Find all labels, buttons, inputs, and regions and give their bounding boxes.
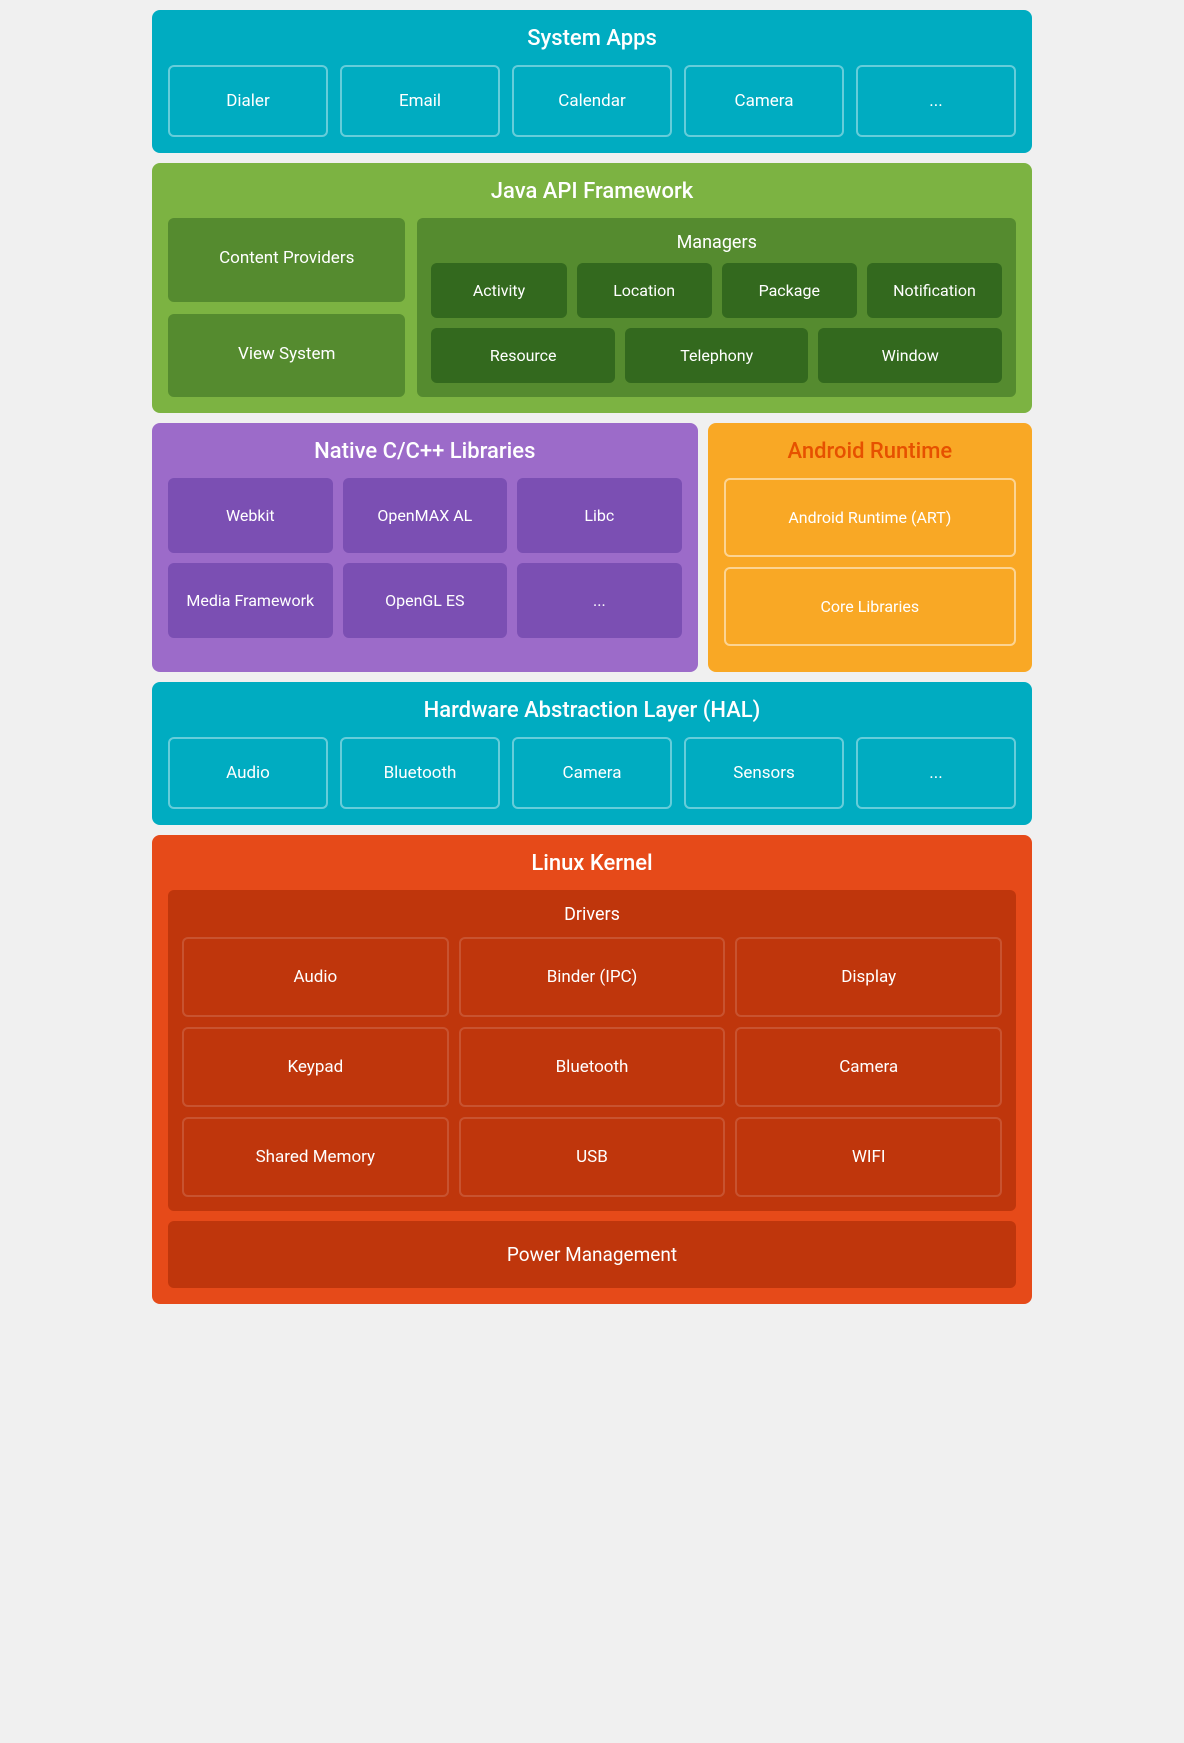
- driver-binder: Binder (IPC): [459, 937, 726, 1017]
- hal-layer: Hardware Abstraction Layer (HAL) Audio B…: [152, 682, 1032, 825]
- driver-camera: Camera: [735, 1027, 1002, 1107]
- managers-row-2: Resource Telephony Window: [431, 328, 1002, 383]
- native-libs-layer: Native C/C++ Libraries Webkit OpenMAX AL…: [152, 423, 698, 672]
- native-libc: Libc: [517, 478, 682, 553]
- managers-col: Managers Activity Location Package Notif…: [417, 218, 1016, 397]
- linux-kernel-layer: Linux Kernel Drivers Audio Binder (IPC) …: [152, 835, 1032, 1304]
- drivers-box: Drivers Audio Binder (IPC) Display Keypa…: [168, 890, 1016, 1211]
- manager-window: Window: [818, 328, 1002, 383]
- managers-grid: Activity Location Package Notification R…: [431, 263, 1002, 383]
- native-row-1: Webkit OpenMAX AL Libc: [168, 478, 682, 553]
- driver-shared-memory: Shared Memory: [182, 1117, 449, 1197]
- driver-audio: Audio: [182, 937, 449, 1017]
- driver-usb: USB: [459, 1117, 726, 1197]
- managers-row-1: Activity Location Package Notification: [431, 263, 1002, 318]
- native-libs-title: Native C/C++ Libraries: [168, 439, 682, 464]
- content-providers-cell: Content Providers: [168, 218, 405, 302]
- android-runtime-layer: Android Runtime Android Runtime (ART) Co…: [708, 423, 1032, 672]
- art-cell: Android Runtime (ART): [724, 478, 1016, 557]
- system-apps-title: System Apps: [168, 26, 1016, 51]
- drivers-title: Drivers: [182, 904, 1002, 925]
- hal-sensors: Sensors: [684, 737, 844, 809]
- manager-package: Package: [722, 263, 857, 318]
- hal-row: Audio Bluetooth Camera Sensors ...: [168, 737, 1016, 809]
- java-api-layer: Java API Framework Content Providers Vie…: [152, 163, 1032, 413]
- linux-kernel-title: Linux Kernel: [168, 851, 1016, 876]
- native-grid: Webkit OpenMAX AL Libc Media Framework O…: [168, 478, 682, 638]
- android-runtime-title: Android Runtime: [724, 439, 1016, 464]
- hal-more: ...: [856, 737, 1016, 809]
- driver-wifi: WIFI: [735, 1117, 1002, 1197]
- driver-display: Display: [735, 937, 1002, 1017]
- drivers-row-2: Keypad Bluetooth Camera: [182, 1027, 1002, 1107]
- app-more: ...: [856, 65, 1016, 137]
- native-row-2: Media Framework OpenGL ES ...: [168, 563, 682, 638]
- managers-title: Managers: [431, 232, 1002, 253]
- drivers-row-3: Shared Memory USB WIFI: [182, 1117, 1002, 1197]
- manager-activity: Activity: [431, 263, 566, 318]
- core-libs-cell: Core Libraries: [724, 567, 1016, 646]
- native-runtime-row: Native C/C++ Libraries Webkit OpenMAX AL…: [152, 423, 1032, 672]
- drivers-row-1: Audio Binder (IPC) Display: [182, 937, 1002, 1017]
- app-calendar: Calendar: [512, 65, 672, 137]
- manager-location: Location: [577, 263, 712, 318]
- hal-bluetooth: Bluetooth: [340, 737, 500, 809]
- native-media: Media Framework: [168, 563, 333, 638]
- native-webkit: Webkit: [168, 478, 333, 553]
- hal-audio: Audio: [168, 737, 328, 809]
- app-dialer: Dialer: [168, 65, 328, 137]
- driver-keypad: Keypad: [182, 1027, 449, 1107]
- view-system-cell: View System: [168, 314, 405, 398]
- native-more: ...: [517, 563, 682, 638]
- power-management: Power Management: [168, 1221, 1016, 1288]
- manager-resource: Resource: [431, 328, 615, 383]
- java-api-title: Java API Framework: [168, 179, 1016, 204]
- apps-row: Dialer Email Calendar Camera ...: [168, 65, 1016, 137]
- content-providers-col: Content Providers View System: [168, 218, 405, 397]
- native-opengl: OpenGL ES: [343, 563, 508, 638]
- manager-telephony: Telephony: [625, 328, 809, 383]
- java-inner: Content Providers View System Managers A…: [168, 218, 1016, 397]
- hal-title: Hardware Abstraction Layer (HAL): [168, 698, 1016, 723]
- app-camera: Camera: [684, 65, 844, 137]
- driver-bluetooth: Bluetooth: [459, 1027, 726, 1107]
- manager-notification: Notification: [867, 263, 1002, 318]
- system-apps-layer: System Apps Dialer Email Calendar Camera…: [152, 10, 1032, 153]
- native-openmax: OpenMAX AL: [343, 478, 508, 553]
- hal-camera: Camera: [512, 737, 672, 809]
- app-email: Email: [340, 65, 500, 137]
- drivers-grid: Audio Binder (IPC) Display Keypad Blueto…: [182, 937, 1002, 1197]
